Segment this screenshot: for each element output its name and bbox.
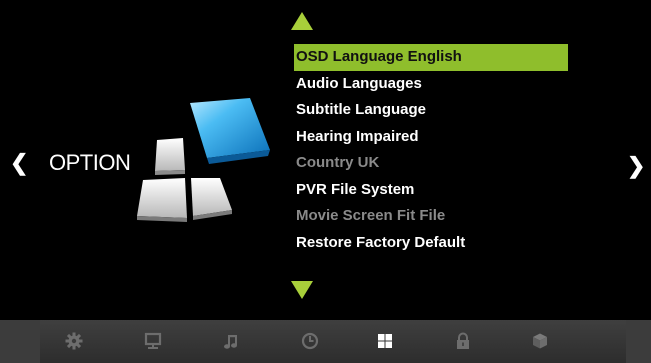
gear-icon[interactable]	[62, 328, 86, 354]
next-page-chevron-icon[interactable]: ❯	[627, 155, 645, 177]
previous-page-chevron-icon[interactable]: ❮	[10, 152, 28, 174]
grid-icon[interactable]	[373, 328, 397, 354]
lock-icon[interactable]	[451, 328, 475, 354]
menu-item-country: Country UK	[296, 154, 380, 171]
menu-item-restore-factory-default[interactable]: Restore Factory Default	[294, 230, 568, 257]
scroll-up-arrow-icon[interactable]	[291, 12, 313, 30]
menu-item-movie-screen-fit: Movie Screen Fit File	[296, 207, 446, 224]
menu-item-osd-language[interactable]: OSD Language English	[294, 44, 568, 71]
page-title: OPTION	[49, 150, 131, 175]
monitor-icon[interactable]	[141, 328, 165, 354]
option-menu-list: OSD Language English Audio Languages Sub…	[294, 44, 568, 256]
music-note-icon[interactable]	[219, 328, 243, 354]
clock-icon[interactable]	[298, 328, 322, 354]
scroll-down-arrow-icon[interactable]	[291, 281, 313, 299]
menu-item-hearing-impaired[interactable]: Hearing Impaired	[294, 124, 568, 151]
menu-item-pvr-file-system[interactable]: PVR File System	[294, 177, 568, 204]
option-menu-screen: ❮ OPTION OSD Language English Audio Lang…	[0, 0, 651, 363]
menu-item-subtitle-language[interactable]: Subtitle Language	[294, 97, 568, 124]
option-logo-icon	[137, 98, 270, 222]
category-toolbar	[0, 320, 651, 363]
menu-item-audio-languages[interactable]: Audio Languages	[294, 71, 568, 98]
cube-icon[interactable]	[528, 328, 552, 354]
